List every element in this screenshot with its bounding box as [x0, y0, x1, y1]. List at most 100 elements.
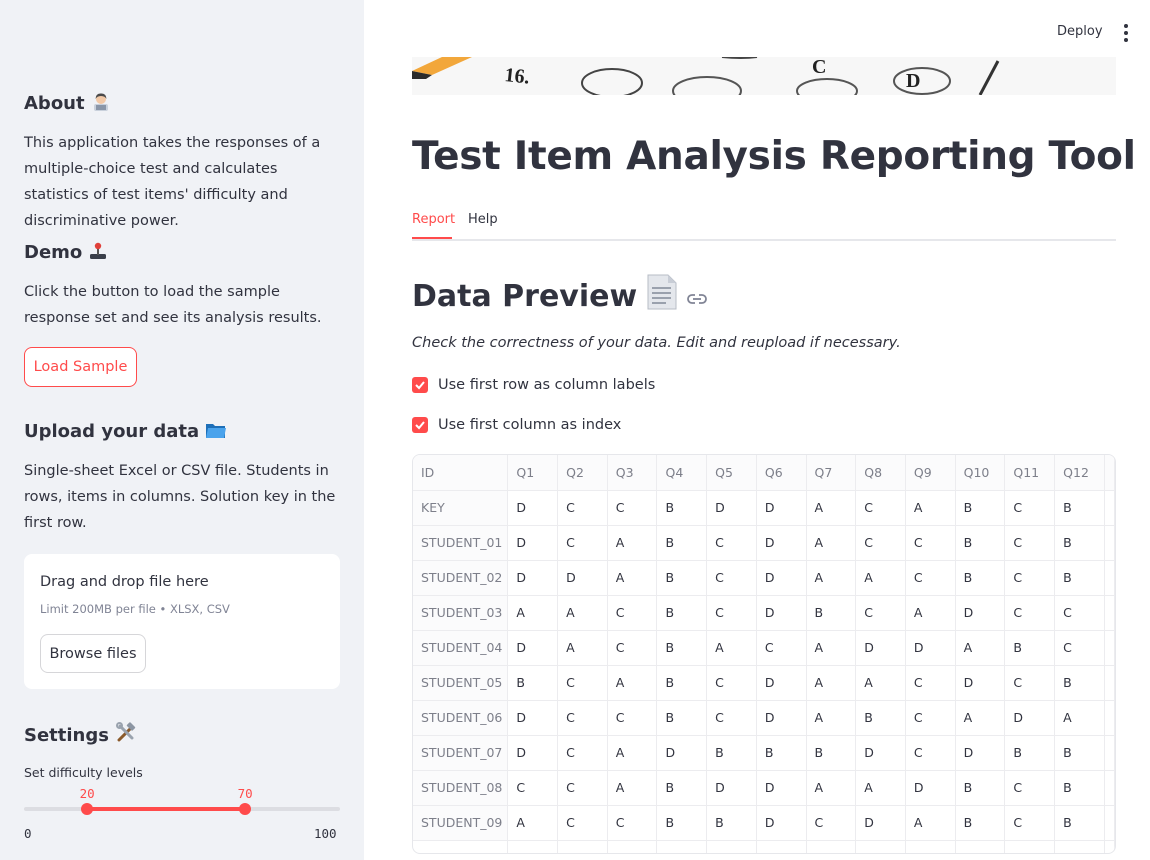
table-cell[interactable]: B [955, 525, 1006, 561]
kebab-menu-icon[interactable] [1120, 24, 1132, 42]
table-cell[interactable]: B [656, 805, 708, 841]
table-cell[interactable]: D [855, 735, 906, 771]
row-index-cell[interactable]: STUDENT_07 [413, 735, 509, 771]
table-cell[interactable]: C [1004, 770, 1056, 806]
table-cell[interactable]: C [1004, 665, 1056, 701]
row-index-cell[interactable]: STUDENT_02 [413, 560, 509, 596]
table-cell[interactable]: D [1004, 700, 1056, 736]
table-cell[interactable]: C [855, 595, 906, 631]
table-cell[interactable]: B [1054, 770, 1105, 806]
table-cell[interactable]: A [905, 595, 956, 631]
table-cell[interactable]: C [905, 665, 956, 701]
row-index-cell[interactable]: STUDENT_05 [413, 665, 509, 701]
first-column-index-checkbox[interactable]: Use first column as index [412, 417, 621, 433]
table-cell[interactable]: B [507, 665, 559, 701]
column-header[interactable]: Q4 [656, 455, 708, 491]
table-cell[interactable]: B [656, 770, 708, 806]
data-preview-table[interactable]: ID Q1 Q2 Q3 Q4 Q5 Q6 Q7 Q8 Q9 Q10 Q11 Q12 KEY D C C B D D A… [412, 454, 1116, 854]
table-cell[interactable]: C [756, 630, 807, 666]
table-cell[interactable]: D [756, 490, 807, 526]
table-cell[interactable]: D [955, 665, 1006, 701]
table-cell[interactable]: C [706, 560, 757, 596]
table-cell[interactable]: D [756, 595, 807, 631]
table-cell[interactable]: B [955, 805, 1006, 841]
table-cell[interactable]: D [855, 805, 906, 841]
table-cell[interactable]: A [507, 595, 559, 631]
column-header[interactable]: Q12 [1054, 455, 1105, 491]
table-cell[interactable]: C [905, 735, 956, 771]
table-cell[interactable]: A [1054, 700, 1105, 736]
table-cell[interactable]: C [1004, 595, 1056, 631]
table-cell[interactable]: D [507, 560, 559, 596]
column-header[interactable]: Q6 [756, 455, 807, 491]
table-cell[interactable]: A [806, 630, 857, 666]
table-cell[interactable]: C [905, 525, 956, 561]
table-cell[interactable]: B [656, 630, 708, 666]
table-cell[interactable]: B [1054, 490, 1105, 526]
table-cell[interactable]: C [557, 700, 608, 736]
table-cell[interactable]: A [905, 805, 956, 841]
table-cell[interactable]: A [806, 700, 857, 736]
table-cell[interactable]: C [905, 700, 956, 736]
table-cell[interactable]: A [855, 770, 906, 806]
table-cell[interactable]: C [557, 735, 608, 771]
table-cell[interactable]: B [855, 700, 906, 736]
checkbox-checked-icon[interactable] [412, 377, 428, 393]
table-cell[interactable]: C [557, 805, 608, 841]
table-cell[interactable]: D [507, 630, 559, 666]
table-cell[interactable]: B [1004, 735, 1056, 771]
table-cell[interactable]: B [1004, 630, 1056, 666]
row-index-cell[interactable]: STUDENT_01 [413, 525, 509, 561]
slider-thumb-low[interactable] [81, 803, 94, 815]
table-cell[interactable]: A [955, 700, 1006, 736]
table-cell[interactable]: C [557, 490, 608, 526]
table-cell[interactable]: A [855, 560, 906, 596]
table-cell[interactable]: D [656, 735, 708, 771]
table-cell[interactable]: D [706, 490, 757, 526]
column-header[interactable]: Q8 [855, 455, 906, 491]
table-cell[interactable]: C [557, 770, 608, 806]
table-cell[interactable]: C [855, 490, 906, 526]
table-cell[interactable]: A [905, 490, 956, 526]
table-cell[interactable]: D [855, 630, 906, 666]
difficulty-range-slider[interactable]: 20 70 [24, 786, 340, 815]
table-cell[interactable]: C [1004, 805, 1056, 841]
table-cell[interactable]: B [806, 735, 857, 771]
table-cell[interactable]: A [607, 665, 658, 701]
table-cell[interactable]: D [756, 560, 807, 596]
row-index-cell[interactable]: STUDENT_03 [413, 595, 509, 631]
tab-help[interactable]: Help [468, 212, 498, 227]
tab-report[interactable]: Report [412, 212, 455, 227]
table-cell[interactable]: A [607, 525, 658, 561]
table-cell[interactable]: D [955, 595, 1006, 631]
table-cell[interactable]: C [806, 805, 857, 841]
table-cell[interactable]: A [806, 490, 857, 526]
browse-files-button[interactable]: Browse files [40, 634, 146, 673]
table-cell[interactable]: D [955, 735, 1006, 771]
table-cell[interactable]: C [507, 770, 559, 806]
table-cell[interactable]: A [607, 735, 658, 771]
table-cell[interactable]: C [607, 490, 658, 526]
table-cell[interactable]: B [955, 560, 1006, 596]
table-cell[interactable]: B [706, 735, 757, 771]
table-cell[interactable]: B [656, 700, 708, 736]
table-cell[interactable]: C [1004, 560, 1056, 596]
table-cell[interactable]: D [905, 770, 956, 806]
table-cell[interactable]: C [706, 595, 757, 631]
row-index-cell[interactable]: STUDENT_09 [413, 805, 509, 841]
column-header[interactable]: Q7 [806, 455, 857, 491]
column-header[interactable]: Q3 [607, 455, 658, 491]
table-cell[interactable]: B [706, 805, 757, 841]
column-header[interactable]: Q11 [1004, 455, 1056, 491]
table-cell[interactable]: C [1004, 490, 1056, 526]
index-header[interactable]: ID [413, 455, 509, 491]
table-cell[interactable]: C [607, 700, 658, 736]
table-cell[interactable]: C [1054, 630, 1105, 666]
table-cell[interactable]: B [806, 595, 857, 631]
slider-thumb-high[interactable] [239, 803, 252, 815]
table-cell[interactable]: D [557, 560, 608, 596]
checkbox-checked-icon[interactable] [412, 417, 428, 433]
column-header[interactable]: Q1 [507, 455, 559, 491]
table-cell[interactable]: D [756, 525, 807, 561]
column-header[interactable]: Q9 [905, 455, 956, 491]
